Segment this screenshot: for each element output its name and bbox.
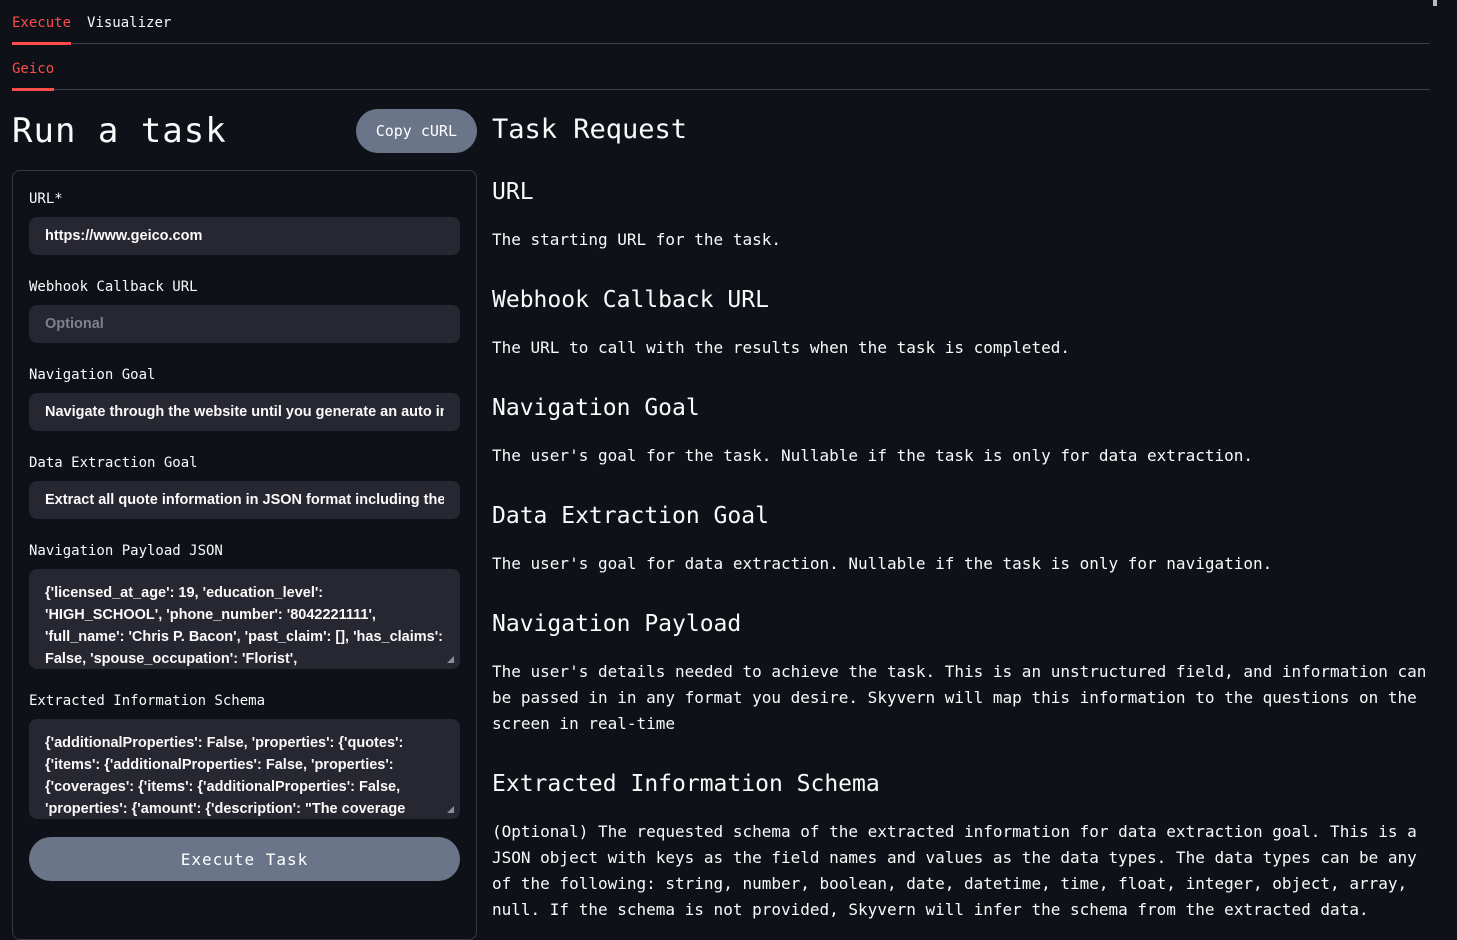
navigation-payload-textarea[interactable]: {'licensed_at_age': 19, 'education_level… — [29, 569, 460, 669]
data-extraction-goal-label: Data Extraction Goal — [29, 455, 460, 471]
task-form-column: Run a task Copy cURL URL* Webhook Callba… — [12, 108, 477, 940]
sub-tabbar: Geico — [12, 44, 1430, 90]
extracted-schema-textarea[interactable]: {'additionalProperties': False, 'propert… — [29, 719, 460, 819]
url-label: URL* — [29, 191, 460, 207]
tab-visualizer[interactable]: Visualizer — [87, 0, 171, 43]
doc-section-navigation-goal: Navigation Goal The user's goal for the … — [492, 393, 1430, 469]
copy-curl-button[interactable]: Copy cURL — [356, 109, 477, 153]
docs-column: Task Request URL The starting URL for th… — [492, 108, 1430, 923]
execute-task-button[interactable]: Execute Task — [29, 837, 460, 881]
scrollbar-thumb[interactable] — [1433, 0, 1437, 6]
doc-body: The starting URL for the task. — [492, 227, 1430, 253]
doc-section-navigation-payload: Navigation Payload The user's details ne… — [492, 609, 1430, 737]
doc-section-data-extraction-goal: Data Extraction Goal The user's goal for… — [492, 501, 1430, 577]
tab-geico[interactable]: Geico — [12, 44, 54, 89]
doc-body: The URL to call with the results when th… — [492, 335, 1430, 361]
extracted-schema-wrap: {'additionalProperties': False, 'propert… — [29, 719, 460, 819]
webhook-input[interactable] — [29, 305, 460, 343]
tab-execute[interactable]: Execute — [12, 0, 71, 43]
data-extraction-goal-input[interactable] — [29, 481, 460, 519]
webhook-label: Webhook Callback URL — [29, 279, 460, 295]
navigation-payload-label: Navigation Payload JSON — [29, 543, 460, 559]
resize-handle-icon[interactable] — [447, 656, 454, 663]
doc-section-webhook: Webhook Callback URL The URL to call wit… — [492, 285, 1430, 361]
doc-section-url: URL The starting URL for the task. — [492, 177, 1430, 253]
main-tabbar: Execute Visualizer — [12, 0, 1430, 44]
page-title: Run a task — [12, 111, 227, 151]
docs-title: Task Request — [492, 114, 1430, 145]
doc-body: The user's goal for the task. Nullable i… — [492, 443, 1430, 469]
form-title-row: Run a task Copy cURL — [12, 108, 477, 154]
doc-body: The user's goal for data extraction. Nul… — [492, 551, 1430, 577]
main-content: Run a task Copy cURL URL* Webhook Callba… — [12, 108, 1430, 940]
navigation-goal-label: Navigation Goal — [29, 367, 460, 383]
resize-handle-icon[interactable] — [447, 806, 454, 813]
doc-body: (Optional) The requested schema of the e… — [492, 819, 1430, 923]
task-form-panel: URL* Webhook Callback URL Navigation Goa… — [12, 170, 477, 940]
doc-heading: Data Extraction Goal — [492, 501, 1430, 531]
doc-heading: Navigation Payload — [492, 609, 1430, 639]
doc-body: The user's details needed to achieve the… — [492, 659, 1430, 737]
extracted-schema-label: Extracted Information Schema — [29, 693, 460, 709]
doc-section-extracted-schema: Extracted Information Schema (Optional) … — [492, 769, 1430, 923]
navigation-payload-wrap: {'licensed_at_age': 19, 'education_level… — [29, 569, 460, 669]
doc-heading: Navigation Goal — [492, 393, 1430, 423]
doc-heading: Extracted Information Schema — [492, 769, 1430, 799]
doc-heading: URL — [492, 177, 1430, 207]
navigation-goal-input[interactable] — [29, 393, 460, 431]
url-input[interactable] — [29, 217, 460, 255]
doc-heading: Webhook Callback URL — [492, 285, 1430, 315]
